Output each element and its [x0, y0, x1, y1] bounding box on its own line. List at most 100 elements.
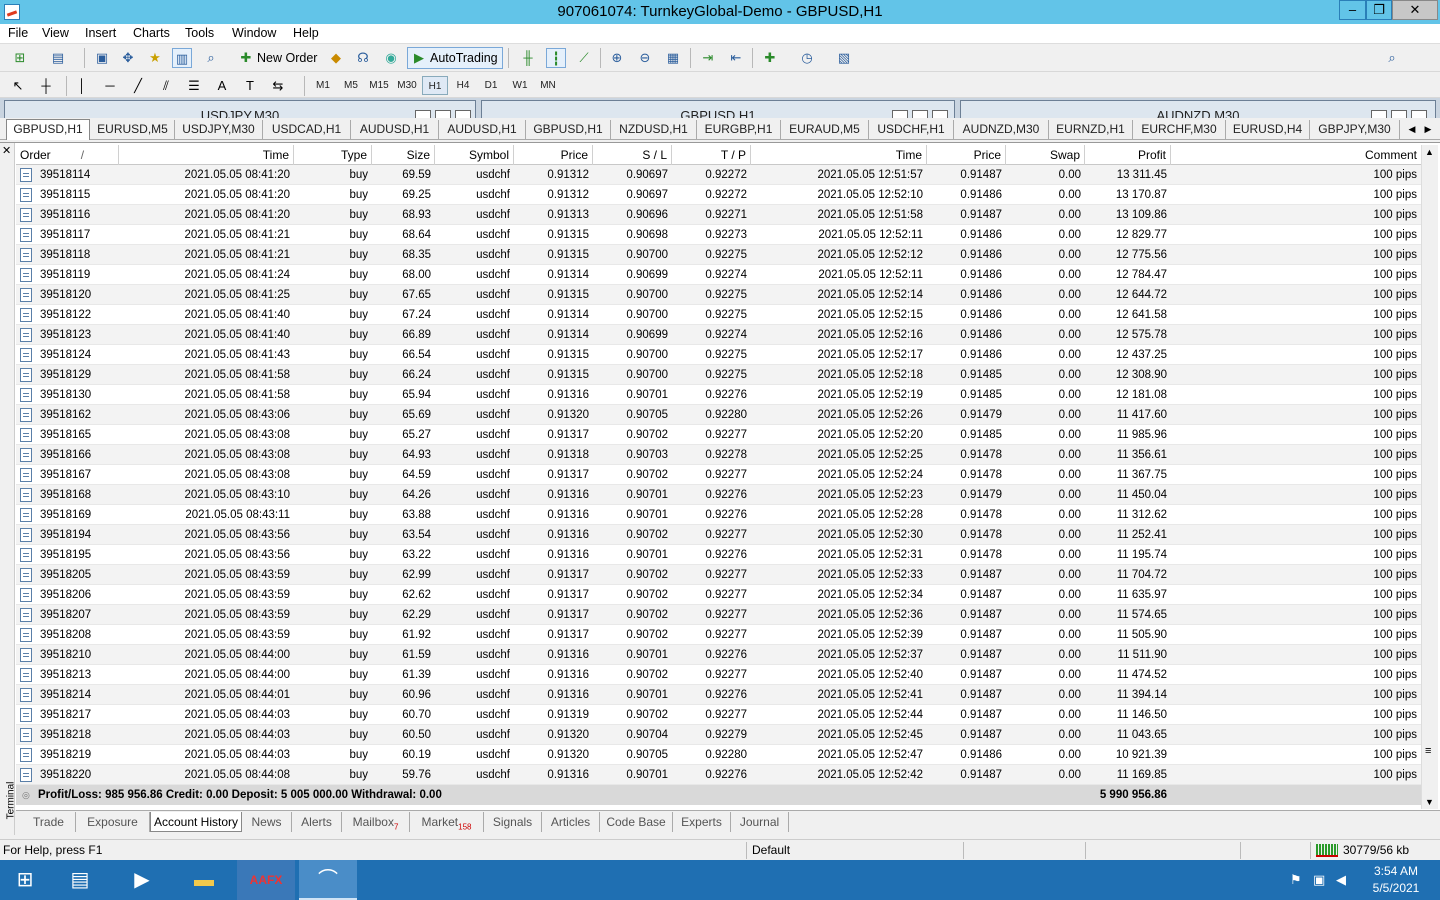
tab-exposure[interactable]: Exposure	[76, 812, 150, 832]
menu-file[interactable]: File	[8, 26, 28, 40]
table-row[interactable]: 39518205 2021.05.05 08:43:59 buy 62.99 usdch…	[16, 565, 1421, 585]
chart-window-usdjpy[interactable]: USDJPY,M30	[4, 100, 476, 118]
col-size[interactable]: Size	[372, 145, 435, 165]
table-row[interactable]: 39518117 2021.05.05 08:41:21 buy 68.64 usdch…	[16, 225, 1421, 245]
table-row[interactable]: 39518213 2021.05.05 08:44:00 buy 61.39 usdch…	[16, 665, 1421, 685]
tf-m15[interactable]: M15	[366, 76, 392, 95]
system-clock[interactable]: 3:54 AM 5/5/2021	[1360, 863, 1432, 897]
chart-tab[interactable]: AUDUSD,H1	[351, 120, 439, 139]
table-row[interactable]: 39518210 2021.05.05 08:44:00 buy 61.59 usdch…	[16, 645, 1421, 665]
new-chart-icon[interactable]: ⊞	[10, 48, 30, 68]
menu-window[interactable]: Window	[232, 26, 276, 40]
col-time[interactable]: Time	[119, 145, 294, 165]
scroll-down-icon[interactable]: ▼	[1425, 797, 1434, 807]
bar-chart-icon[interactable]: ╫	[518, 48, 538, 68]
table-row[interactable]: 39518214 2021.05.05 08:44:01 buy 60.96 usdch…	[16, 685, 1421, 705]
col-profit[interactable]: Profit	[1085, 145, 1171, 165]
table-row[interactable]: 39518208 2021.05.05 08:43:59 buy 61.92 usdch…	[16, 625, 1421, 645]
table-row[interactable]: 39518129 2021.05.05 08:41:58 buy 66.24 usdch…	[16, 365, 1421, 385]
profiles-icon[interactable]: ▤	[48, 48, 68, 68]
chart-tab[interactable]: EURGBP,H1	[697, 120, 781, 139]
tab-signals[interactable]: Signals	[484, 812, 542, 832]
scroll-grip-icon[interactable]: ≡	[1425, 745, 1431, 757]
chart-maximize-icon[interactable]	[1391, 110, 1407, 118]
channel-icon[interactable]: ⫽	[156, 76, 176, 96]
fibonacci-icon[interactable]: ☰	[184, 76, 204, 96]
scroll-up-icon[interactable]: ▲	[1425, 147, 1434, 157]
chart-tab[interactable]: USDCHF,H1	[869, 120, 954, 139]
data-window-icon[interactable]: ✥	[118, 48, 138, 68]
line-chart-icon[interactable]: ⟋	[574, 48, 594, 68]
tab-trade[interactable]: Trade	[22, 812, 76, 832]
windows-start-icon[interactable]: ⊞	[0, 860, 50, 900]
chart-close-icon[interactable]	[932, 110, 948, 118]
tab-mailbox[interactable]: Mailbox7	[342, 812, 410, 832]
tab-news[interactable]: News	[242, 812, 292, 832]
col-type[interactable]: Type	[294, 145, 372, 165]
autotrading-button[interactable]: ▶ AutoTrading	[407, 47, 503, 69]
text-icon[interactable]: A	[212, 76, 232, 96]
close-button[interactable]: ✕	[1392, 0, 1438, 20]
menu-help[interactable]: Help	[293, 26, 319, 40]
col-order[interactable]: Order /	[16, 145, 119, 165]
chart-close-icon[interactable]	[455, 110, 471, 118]
col-close-price[interactable]: Price	[927, 145, 1006, 165]
metaeditor-icon[interactable]: ◆	[326, 48, 346, 68]
connection-status-icon[interactable]	[1316, 844, 1338, 857]
volume-icon[interactable]: ◀	[1336, 872, 1346, 888]
col-tp[interactable]: T / P	[672, 145, 751, 165]
table-row[interactable]: 39518194 2021.05.05 08:43:56 buy 63.54 usdch…	[16, 525, 1421, 545]
tab-journal[interactable]: Journal	[731, 812, 789, 832]
tile-windows-icon[interactable]: ▦	[663, 48, 683, 68]
table-row[interactable]: 39518206 2021.05.05 08:43:59 buy 62.62 usdch…	[16, 585, 1421, 605]
tf-m5[interactable]: M5	[338, 76, 364, 95]
cursor-icon[interactable]: ↖	[8, 76, 28, 96]
table-row[interactable]: 39518166 2021.05.05 08:43:08 buy 64.93 usdch…	[16, 445, 1421, 465]
new-order-button[interactable]: ✚ New Order	[234, 47, 322, 69]
chart-window-gbpusd[interactable]: GBPUSD,H1	[481, 100, 955, 118]
table-row[interactable]: 39518123 2021.05.05 08:41:40 buy 66.89 usdch…	[16, 325, 1421, 345]
market-watch-icon[interactable]: ▣	[92, 48, 112, 68]
chart-shift-icon[interactable]: ⇥	[698, 48, 718, 68]
table-row[interactable]: 39518167 2021.05.05 08:43:08 buy 64.59 usdch…	[16, 465, 1421, 485]
server-manager-icon[interactable]: ▤	[51, 860, 109, 900]
table-row[interactable]: 39518218 2021.05.05 08:44:03 buy 60.50 usdch…	[16, 725, 1421, 745]
chart-maximize-icon[interactable]	[435, 110, 451, 118]
indicators-icon[interactable]: ✚	[760, 48, 780, 68]
aafx-app-icon[interactable]: AAFX	[237, 860, 295, 900]
chart-tab[interactable]: GBPUSD,H1	[526, 120, 611, 139]
tf-m30[interactable]: M30	[394, 76, 420, 95]
flag-icon[interactable]: ⚑	[1290, 872, 1302, 888]
file-explorer-icon[interactable]: ▬	[175, 860, 233, 900]
table-row[interactable]: 39518220 2021.05.05 08:44:08 buy 59.76 usdch…	[16, 765, 1421, 785]
col-sl[interactable]: S / L	[593, 145, 672, 165]
arrows-icon[interactable]: ⇆	[268, 76, 288, 96]
terminal-icon[interactable]: ▥	[172, 48, 192, 68]
tf-w1[interactable]: W1	[507, 76, 533, 95]
table-row[interactable]: 39518120 2021.05.05 08:41:25 buy 67.65 usdch…	[16, 285, 1421, 305]
terminal-scrollbar[interactable]: ▲ ≡ ▼	[1421, 145, 1438, 809]
signals-icon[interactable]: ☊	[353, 48, 373, 68]
menu-charts[interactable]: Charts	[133, 26, 170, 40]
table-row[interactable]: 39518168 2021.05.05 08:43:10 buy 64.26 usdch…	[16, 485, 1421, 505]
table-row[interactable]: 39518219 2021.05.05 08:44:03 buy 60.19 usdch…	[16, 745, 1421, 765]
chart-tab[interactable]: GBPJPY,M30	[1310, 120, 1400, 139]
zoom-out-icon[interactable]: ⊖	[635, 48, 655, 68]
chart-tab[interactable]: GBPUSD,H1	[6, 119, 90, 140]
chart-tab[interactable]: EURAUD,M5	[781, 120, 869, 139]
search-icon[interactable]: ⌕	[1382, 48, 1402, 68]
tf-m1[interactable]: M1	[310, 76, 336, 95]
tester-icon[interactable]: ⌕	[201, 48, 221, 68]
table-row[interactable]: 39518114 2021.05.05 08:41:20 buy 69.59 usdch…	[16, 165, 1421, 185]
candlestick-icon[interactable]: ┇	[546, 48, 566, 68]
col-comment[interactable]: Comment	[1171, 145, 1421, 165]
table-row[interactable]: 39518162 2021.05.05 08:43:06 buy 65.69 usdch…	[16, 405, 1421, 425]
powershell-icon[interactable]: ▶	[113, 860, 171, 900]
chart-minimize-icon[interactable]	[892, 110, 908, 118]
tab-account-history[interactable]: Account History	[150, 812, 242, 832]
tab-articles[interactable]: Articles	[542, 812, 600, 832]
menu-view[interactable]: View	[42, 26, 69, 40]
col-price[interactable]: Price	[514, 145, 593, 165]
table-row[interactable]: 39518116 2021.05.05 08:41:20 buy 68.93 usdch…	[16, 205, 1421, 225]
tf-d1[interactable]: D1	[478, 76, 504, 95]
